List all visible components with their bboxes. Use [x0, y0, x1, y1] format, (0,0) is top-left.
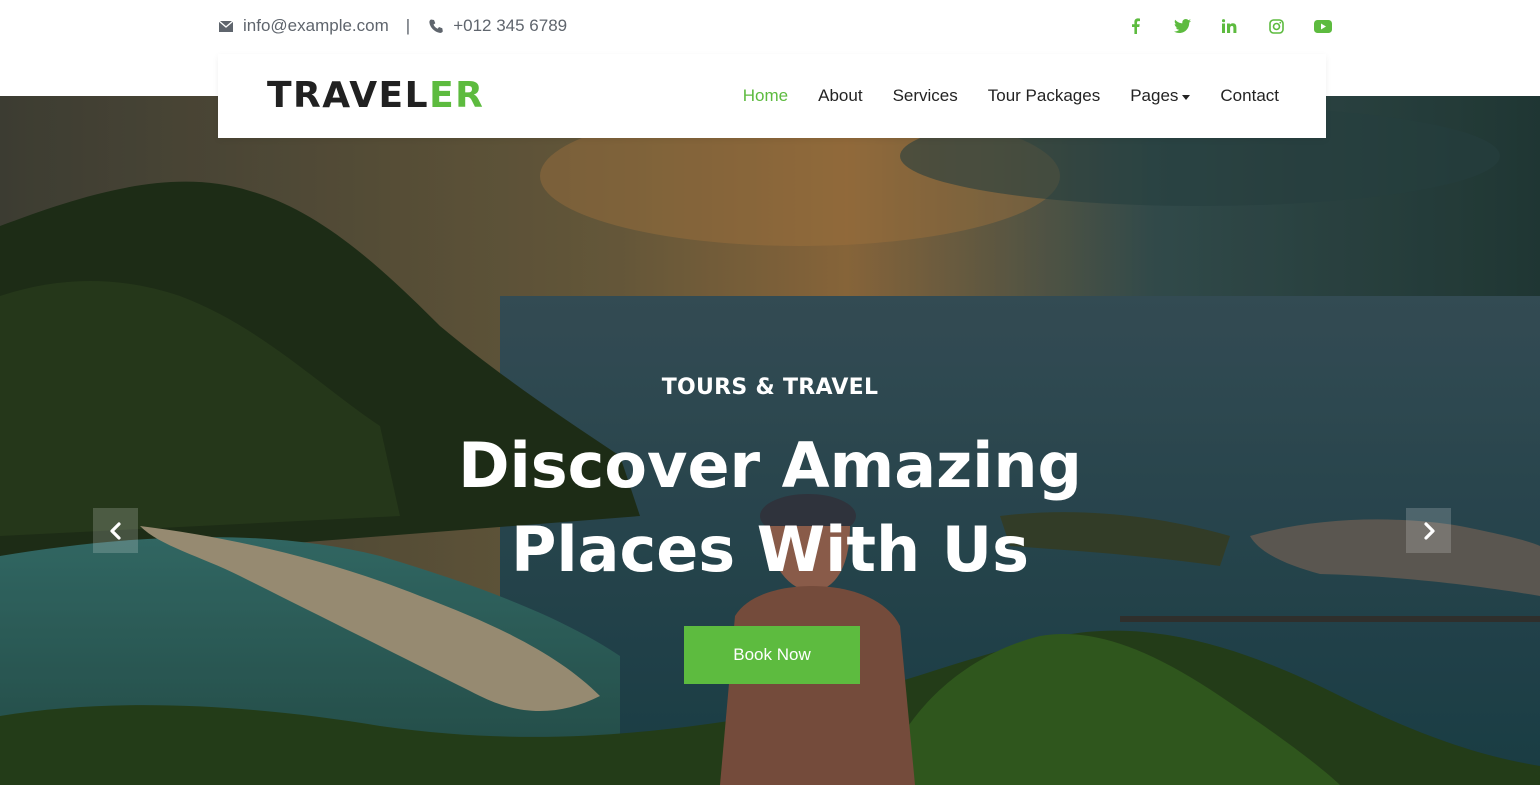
nav-tour-packages[interactable]: Tour Packages [988, 86, 1100, 106]
twitter-icon[interactable] [1167, 13, 1197, 39]
phone-link[interactable]: +012 345 6789 [453, 16, 567, 36]
carousel-next-button[interactable] [1406, 508, 1451, 553]
contact-info: info@example.com | +012 345 6789 [217, 14, 567, 38]
instagram-icon[interactable] [1261, 13, 1291, 39]
chevron-right-icon [1423, 521, 1435, 540]
nav-contact[interactable]: Contact [1220, 86, 1279, 106]
book-now-button[interactable]: Book Now [684, 626, 860, 684]
site-logo[interactable]: TRAVELER [267, 73, 484, 119]
hero-headline: Discover Amazing Places With Us [370, 424, 1170, 592]
phone-icon [427, 17, 445, 35]
headline-line-1: Discover Amazing [458, 429, 1082, 502]
envelope-icon [217, 17, 235, 35]
nav-about[interactable]: About [818, 86, 862, 106]
main-navbar: TRAVELER Home About Services Tour Packag… [218, 54, 1326, 138]
facebook-icon[interactable] [1120, 13, 1150, 39]
nav-pages-label: Pages [1130, 86, 1179, 105]
caret-down-icon [1182, 94, 1191, 100]
nav-pages-dropdown[interactable]: Pages [1130, 86, 1191, 106]
logo-text-dark: TRAVEL [267, 75, 430, 116]
logo-text-green: ER [429, 75, 485, 116]
nav-menu: Home About Services Tour Packages Pages … [713, 54, 1279, 138]
nav-services[interactable]: Services [893, 86, 958, 106]
carousel-prev-button[interactable] [93, 508, 138, 553]
youtube-icon[interactable] [1308, 13, 1338, 39]
chevron-left-icon [109, 521, 121, 540]
social-links [1120, 13, 1338, 39]
email-link[interactable]: info@example.com [243, 16, 389, 36]
hero-eyebrow: TOURS & TRAVEL [661, 375, 879, 400]
divider: | [405, 16, 411, 35]
headline-line-2: Places With Us [510, 513, 1030, 586]
linkedin-icon[interactable] [1214, 13, 1244, 39]
nav-home[interactable]: Home [743, 86, 788, 106]
